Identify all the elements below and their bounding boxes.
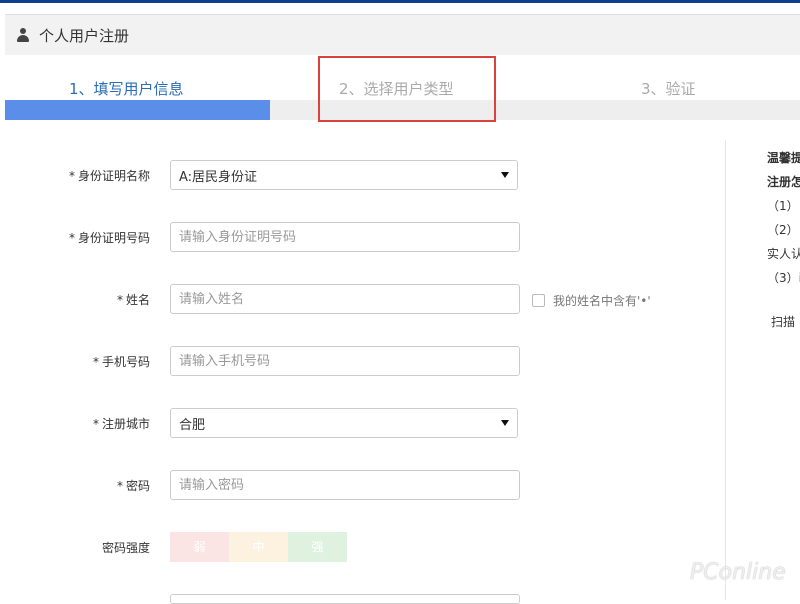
phone-label: * 手机号码 [92, 355, 150, 369]
password-row: * 密码 [0, 470, 720, 502]
registration-form: *身份证明名称 A:居民身份证 *身份证明号码 *姓名 我的姓名中含有'•' *… [0, 140, 720, 600]
id-type-label: * 身份证明名称 [68, 169, 150, 183]
password-strength-meter: 弱 中 强 [170, 532, 347, 562]
step-1-label: 1、填写用户信息 [69, 80, 184, 98]
page-header: 个人用户注册 [5, 14, 800, 55]
password-label: * 密码 [116, 479, 150, 493]
caret-down-icon [501, 420, 509, 426]
name-dot-option[interactable]: 我的姓名中含有'•' [532, 292, 651, 309]
progress-fill [5, 100, 270, 120]
id-number-input[interactable] [170, 222, 520, 252]
pconline-watermark: PConline [690, 560, 786, 585]
top-accent-line [0, 0, 800, 3]
city-value: 合肥 [179, 417, 206, 433]
city-row: * 注册城市 合肥 [0, 408, 720, 440]
id-type-select[interactable]: A:居民身份证 [170, 160, 518, 190]
next-field-input[interactable] [170, 594, 520, 604]
page-title: 个人用户注册 [39, 26, 130, 45]
strength-medium: 中 [229, 532, 288, 562]
tips-subtitle: 注册怎 [767, 175, 800, 189]
name-input[interactable] [170, 284, 520, 314]
tips-panel: 温馨提 注册怎 （1）: （2）: 实人认 （3）i 扫描 [767, 146, 800, 334]
id-type-value: A:居民身份证 [179, 169, 258, 185]
step-3-label: 3、验证 [641, 80, 696, 98]
user-icon [17, 28, 29, 42]
strength-weak: 弱 [170, 532, 229, 562]
name-dot-checkbox[interactable] [532, 294, 545, 307]
tips-scan: 扫描 [771, 315, 796, 329]
name-dot-checkbox-label: 我的姓名中含有'•' [553, 294, 651, 308]
password-strength-label: 密码强度 [101, 541, 150, 555]
tips-item-1: （1）: [767, 199, 800, 213]
password-input[interactable] [170, 470, 520, 500]
caret-down-icon [501, 172, 509, 178]
sidebar-divider [725, 140, 726, 600]
city-label: * 注册城市 [92, 417, 150, 431]
step-2-highlight-box [318, 56, 496, 122]
phone-input[interactable] [170, 346, 520, 376]
phone-row: * 手机号码 [0, 346, 720, 378]
tips-title: 温馨提 [767, 151, 800, 165]
id-number-label: * 身份证明号码 [68, 231, 150, 245]
password-strength-row: 密码强度 弱 中 强 [0, 532, 720, 564]
strength-strong: 强 [288, 532, 347, 562]
tips-item-3: （3）i [767, 271, 800, 285]
tips-item-2: （2）: [767, 223, 800, 237]
id-type-row: * 身份证明名称 A:居民身份证 [0, 160, 720, 192]
id-number-row: * 身份证明号码 [0, 222, 720, 254]
name-label: * 姓名 [116, 293, 150, 307]
city-select[interactable]: 合肥 [170, 408, 518, 438]
tips-item-real-name: 实人认 [767, 247, 800, 261]
name-row: *姓名 我的姓名中含有'•' [0, 284, 720, 316]
